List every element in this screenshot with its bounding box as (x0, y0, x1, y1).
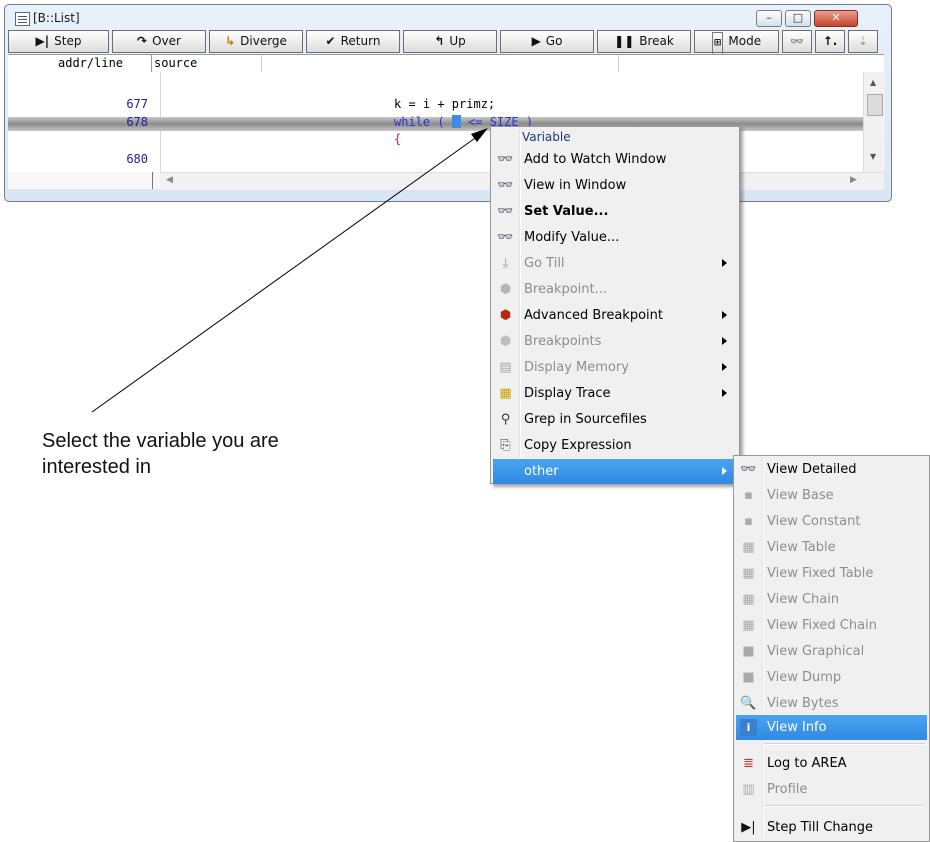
context-menu-item[interactable]: other (493, 459, 737, 484)
context-menu-item-label: View in Window (524, 178, 627, 193)
menu-separator (764, 805, 925, 807)
context-menu-item[interactable]: ▦ Display Trace (493, 381, 737, 406)
view-detailed-icon: 👓 (740, 462, 757, 477)
submenu-arrow-icon (722, 467, 727, 475)
view-bytes-icon: 🔍 (740, 696, 757, 711)
context-menu-item-label: Display Trace (524, 386, 611, 401)
submenu-item-label: Profile (767, 782, 808, 797)
submenu-item-label: View Fixed Chain (767, 618, 877, 633)
submenu-item-label: Step Till Change (767, 820, 874, 835)
annotation-line-1: Select the variable you are (42, 430, 279, 452)
context-menu-item-label: Modify Value... (524, 230, 620, 245)
view-info-icon: i (740, 719, 757, 736)
step-till-change-icon: ▶| (741, 820, 756, 835)
context-menu-item-label: Advanced Breakpoint (524, 308, 663, 323)
annotation-text: Select the variable you are interested i… (42, 428, 422, 480)
context-menu-item-label: Display Memory (524, 360, 629, 375)
context-menu-item[interactable]: 👓 View in Window (493, 173, 737, 198)
breakpoints-icon: ⬢ (499, 334, 512, 349)
advanced-breakpoint-icon: ⬢ (499, 308, 512, 323)
submenu-arrow-icon (722, 363, 727, 371)
submenu-item[interactable]: 🔍 View Bytes (736, 691, 927, 716)
context-menu-item[interactable]: 👓 Set Value... (493, 199, 737, 224)
submenu-item[interactable]: ■ View Dump (736, 665, 927, 690)
submenu-item-label: Log to AREA (767, 756, 847, 771)
watch-glasses-plus-icon: 👓 (497, 152, 514, 167)
context-menu-item[interactable]: ▤ Display Memory (493, 355, 737, 380)
context-menu-item-label: Breakpoints (524, 334, 602, 349)
context-menu-item-label: Breakpoint... (524, 282, 608, 297)
submenu-item[interactable]: i View Info (736, 715, 927, 740)
context-menu-item[interactable]: ⤓ Go Till (493, 251, 737, 276)
submenu-item[interactable]: ▪ View Base (736, 483, 927, 508)
menu-separator (764, 743, 925, 745)
submenu-item-label: View Base (767, 488, 834, 503)
context-menu-item-label: other (524, 464, 559, 479)
annotation-line-2: interested in (42, 456, 151, 478)
context-menu-item-label: Go Till (524, 256, 565, 271)
view-graphical-icon: ■ (742, 644, 755, 659)
submenu-arrow-icon (722, 311, 727, 319)
go-till-icon: ⤓ (502, 256, 509, 271)
trace-icon: ▦ (499, 386, 512, 401)
context-menu-item-label: Set Value... (524, 204, 609, 219)
submenu-arrow-icon (722, 259, 727, 267)
submenu-arrow-icon (722, 389, 727, 397)
copy-icon: ⎘ (500, 438, 511, 453)
submenu-item[interactable]: ▥ Profile (736, 777, 927, 802)
menu-header: Variable (522, 130, 571, 144)
view-constant-icon: ▪ (744, 514, 753, 529)
submenu-item-label: View Bytes (767, 696, 839, 711)
arrow-head (471, 128, 488, 142)
view-table-icon: ▦ (742, 540, 755, 555)
submenu-item[interactable]: ▦ View Chain (736, 587, 927, 612)
other-submenu: 👓 View Detailed ▪ View Base ▪ View Constant ▦ V… (733, 455, 930, 842)
submenu-item-label: View Dump (767, 670, 842, 685)
submenu-item[interactable]: ▶| Step Till Change (736, 815, 927, 840)
variable-context-menu: Variable 👓 Add to Watch Window 👓 View in Wi… (490, 126, 740, 484)
submenu-item-label: View Table (767, 540, 836, 555)
context-menu-item[interactable]: ⎘ Copy Expression (493, 433, 737, 458)
profile-icon: ▥ (742, 782, 755, 797)
submenu-item[interactable]: ▦ View Fixed Table (736, 561, 927, 586)
submenu-item[interactable]: ≣ Log to AREA (736, 751, 927, 776)
context-menu-item[interactable]: ⬢ Breakpoint... (493, 277, 737, 302)
submenu-item-label: View Constant (767, 514, 861, 529)
log-icon: ≣ (743, 756, 754, 771)
context-menu-item-label: Add to Watch Window (524, 152, 667, 167)
glasses-set-icon: 👓 (497, 204, 514, 219)
context-menu-item[interactable]: 👓 Add to Watch Window (493, 147, 737, 172)
view-fixed-chain-icon: ▦ (742, 618, 755, 633)
memory-icon: ▤ (499, 360, 512, 375)
submenu-item-label: View Info (767, 720, 827, 735)
context-menu-item[interactable]: ⬢ Advanced Breakpoint (493, 303, 737, 328)
submenu-item-label: View Chain (767, 592, 840, 607)
submenu-item-label: View Detailed (767, 462, 857, 477)
glasses-modify-icon: 👓 (497, 230, 514, 245)
arrow-line (91, 135, 479, 413)
submenu-item[interactable]: ■ View Graphical (736, 639, 927, 664)
glasses-icon: 👓 (497, 178, 514, 193)
submenu-item[interactable]: ▦ View Fixed Chain (736, 613, 927, 638)
context-menu-item-label: Copy Expression (524, 438, 632, 453)
breakpoint-icon: ⬢ (499, 282, 512, 297)
submenu-arrow-icon (722, 337, 727, 345)
view-dump-icon: ■ (742, 670, 755, 685)
submenu-item-label: View Graphical (767, 644, 865, 659)
binoculars-icon: ⚲ (500, 412, 511, 427)
context-menu-item-label: Grep in Sourcefiles (524, 412, 647, 427)
view-base-icon: ▪ (744, 488, 753, 503)
context-menu-item[interactable]: 👓 Modify Value... (493, 225, 737, 250)
submenu-item[interactable]: 👓 View Detailed (736, 457, 927, 482)
submenu-item[interactable]: ▦ View Table (736, 535, 927, 560)
view-chain-icon: ▦ (742, 592, 755, 607)
submenu-item[interactable]: ▪ View Constant (736, 509, 927, 534)
context-menu-item[interactable]: ⬢ Breakpoints (493, 329, 737, 354)
view-fixed-table-icon: ▦ (742, 566, 755, 581)
submenu-item-label: View Fixed Table (767, 566, 874, 581)
context-menu-item[interactable]: ⚲ Grep in Sourcefiles (493, 407, 737, 432)
